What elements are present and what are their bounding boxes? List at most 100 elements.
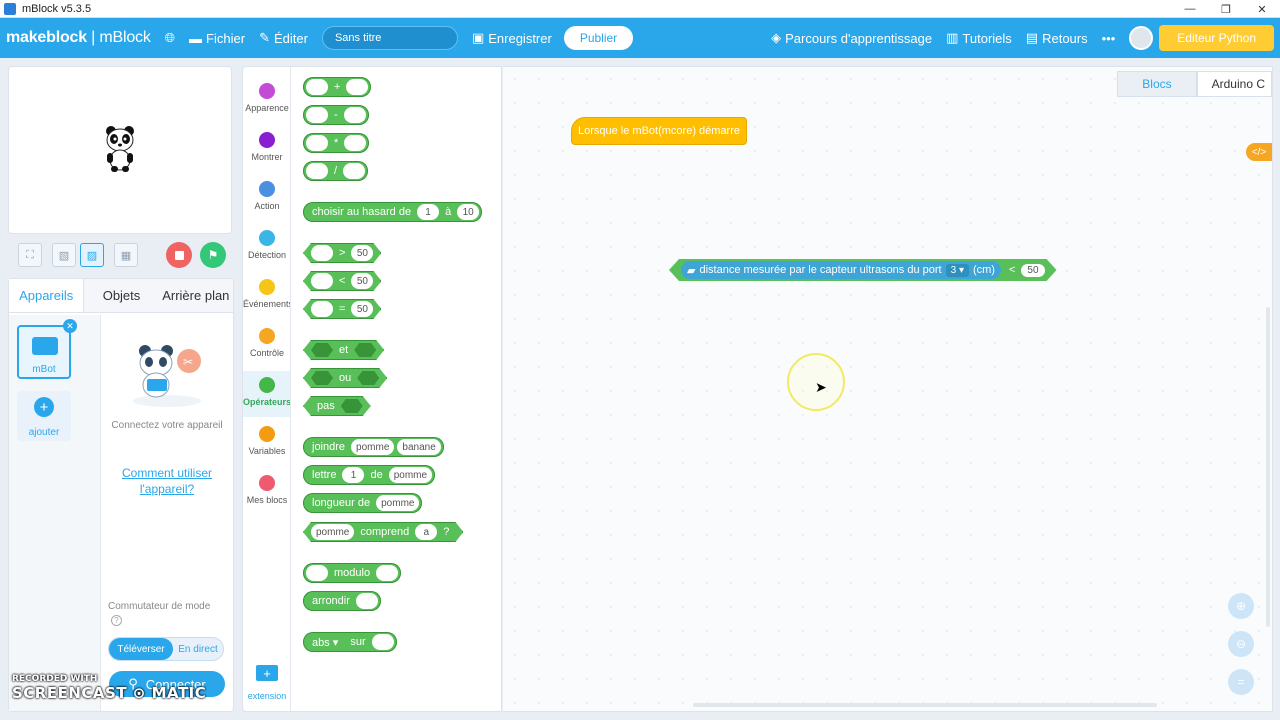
vertical-scrollbar[interactable] bbox=[1266, 307, 1270, 627]
mode-toggle[interactable]: Téléverser En direct bbox=[108, 637, 224, 661]
category-action[interactable]: Action bbox=[243, 175, 291, 221]
bool-slot[interactable] bbox=[357, 371, 379, 385]
ultrasonic-distance-block[interactable]: ▰ distance mesurée par le capteur ultras… bbox=[681, 261, 1001, 279]
slot[interactable] bbox=[376, 565, 399, 581]
grid-layout-icon[interactable]: ▦ bbox=[114, 243, 138, 267]
python-editor-button[interactable]: Editeur Python bbox=[1159, 25, 1274, 51]
random-block[interactable]: choisir au hasard de 1 à 10 bbox=[303, 202, 483, 222]
feedback-button[interactable]: ▤ Retours bbox=[1026, 30, 1088, 46]
file-menu[interactable]: ▬ Fichier bbox=[189, 31, 245, 46]
letter-of-block[interactable]: lettre 1 de pomme bbox=[303, 465, 436, 485]
slot[interactable]: pomme bbox=[388, 467, 433, 483]
close-button[interactable]: ✕ bbox=[1244, 0, 1280, 18]
slot[interactable] bbox=[311, 301, 333, 317]
minimize-button[interactable]: — bbox=[1172, 0, 1208, 18]
zoom-out-icon[interactable]: ⊖ bbox=[1228, 631, 1254, 657]
horizontal-scrollbar[interactable] bbox=[693, 703, 1157, 707]
slot[interactable]: pomme bbox=[351, 439, 395, 455]
zoom-in-icon[interactable]: ⊕ bbox=[1228, 593, 1254, 619]
tab-devices[interactable]: Appareils bbox=[9, 279, 85, 312]
modulo-block[interactable]: modulo bbox=[303, 563, 402, 583]
mbot-start-hat-block[interactable]: Lorsque le mBot(mcore) démarre bbox=[571, 117, 748, 145]
slot[interactable]: 50 bbox=[351, 301, 373, 317]
slot[interactable] bbox=[311, 245, 333, 261]
add-device-button[interactable]: + ajouter bbox=[17, 391, 71, 441]
compare-value[interactable]: 50 bbox=[1021, 264, 1044, 277]
tab-sprites[interactable]: Objets bbox=[84, 279, 159, 312]
port-dropdown[interactable]: 3 ▾ bbox=[946, 264, 969, 277]
tutorials-button[interactable]: ▥ Tutoriels bbox=[946, 30, 1012, 46]
slot[interactable] bbox=[343, 107, 366, 123]
subtract-block[interactable]: - bbox=[303, 105, 369, 125]
slot[interactable] bbox=[306, 163, 328, 179]
tab-blocks[interactable]: Blocs bbox=[1117, 71, 1197, 97]
bool-slot[interactable] bbox=[311, 343, 333, 357]
learning-path-button[interactable]: ◈ Parcours d'apprentissage bbox=[771, 30, 932, 46]
slot[interactable]: a bbox=[415, 524, 437, 540]
slot[interactable] bbox=[306, 107, 328, 123]
maximize-button[interactable]: ❐ bbox=[1208, 0, 1244, 18]
slot[interactable]: 50 bbox=[351, 273, 373, 289]
remove-device-icon[interactable]: ✕ bbox=[63, 319, 77, 333]
category-sensing[interactable]: Détection bbox=[243, 224, 291, 270]
join-block[interactable]: joindre pomme banane bbox=[303, 437, 444, 457]
zoom-reset-icon[interactable]: = bbox=[1228, 669, 1254, 695]
code-toggle-icon[interactable]: </> bbox=[1246, 143, 1272, 161]
slot[interactable] bbox=[306, 79, 328, 95]
slot[interactable]: 10 bbox=[457, 204, 480, 220]
stop-button[interactable] bbox=[166, 242, 192, 268]
slot[interactable]: pomme bbox=[311, 524, 354, 540]
and-block[interactable]: et bbox=[303, 340, 384, 360]
fullscreen-icon[interactable]: ⛶ bbox=[18, 243, 42, 267]
green-flag-button[interactable]: ⚑ bbox=[200, 242, 226, 268]
device-card-mbot[interactable]: mBot ✕ bbox=[17, 319, 77, 379]
slot[interactable] bbox=[371, 634, 394, 650]
mode-upload-option[interactable]: Téléverser bbox=[109, 638, 173, 660]
less-than-block[interactable]: <50 bbox=[303, 271, 381, 291]
category-variables[interactable]: Variables bbox=[243, 420, 291, 466]
slot[interactable] bbox=[346, 79, 369, 95]
bool-slot[interactable] bbox=[311, 371, 333, 385]
slot[interactable] bbox=[343, 163, 366, 179]
project-title-input[interactable]: Sans titre bbox=[321, 26, 458, 50]
category-show[interactable]: Montrer bbox=[243, 126, 291, 172]
slot[interactable] bbox=[311, 273, 333, 289]
or-block[interactable]: ou bbox=[303, 368, 387, 388]
slot[interactable] bbox=[344, 135, 367, 151]
not-block[interactable]: pas bbox=[303, 396, 371, 416]
slot[interactable]: 1 bbox=[417, 204, 440, 220]
category-operators[interactable]: Opérateurs bbox=[243, 371, 291, 417]
bool-slot[interactable] bbox=[354, 343, 376, 357]
slot[interactable]: pomme bbox=[376, 495, 420, 511]
category-events[interactable]: Événements bbox=[243, 273, 293, 319]
user-avatar[interactable] bbox=[1129, 26, 1154, 50]
category-control[interactable]: Contrôle bbox=[243, 322, 291, 368]
more-menu-button[interactable]: ••• bbox=[1102, 31, 1116, 46]
panda-sprite-icon[interactable] bbox=[103, 125, 137, 173]
language-globe-icon[interactable]: 🌐︎ bbox=[165, 30, 175, 46]
slot[interactable]: 1 bbox=[342, 467, 365, 483]
tab-arduino-c[interactable]: Arduino C bbox=[1196, 71, 1272, 97]
tab-background[interactable]: Arrière plan bbox=[158, 279, 233, 312]
abs-dropdown[interactable]: abs ▾ bbox=[306, 636, 344, 649]
slot[interactable]: 50 bbox=[351, 245, 373, 261]
contains-block[interactable]: pomme comprend a? bbox=[303, 522, 463, 542]
small-stage-icon[interactable]: ▧ bbox=[52, 243, 76, 267]
edit-menu[interactable]: ✎ Éditer bbox=[259, 30, 308, 46]
extension-label[interactable]: extension bbox=[243, 691, 291, 701]
publish-button[interactable]: Publier bbox=[563, 26, 634, 50]
length-of-block[interactable]: longueur de pomme bbox=[303, 493, 423, 513]
script-workspace[interactable]: Blocs Arduino C </> Lorsque le mBot(mcor… bbox=[503, 66, 1273, 712]
add-block[interactable]: + bbox=[303, 77, 372, 97]
help-icon[interactable]: ? bbox=[111, 615, 122, 626]
slot[interactable] bbox=[355, 593, 378, 609]
category-my-blocks[interactable]: Mes blocs bbox=[243, 469, 291, 515]
divide-block[interactable]: / bbox=[303, 161, 369, 181]
bool-slot[interactable] bbox=[341, 399, 363, 413]
less-than-compare-block[interactable]: ▰ distance mesurée par le capteur ultras… bbox=[669, 259, 1057, 281]
equals-block[interactable]: = 50 bbox=[303, 299, 381, 319]
multiply-block[interactable]: * bbox=[303, 133, 370, 153]
stage-canvas[interactable] bbox=[8, 66, 232, 234]
abs-block[interactable]: abs ▾ sur bbox=[303, 632, 397, 652]
save-button[interactable]: ▣ Enregistrer bbox=[472, 30, 552, 46]
